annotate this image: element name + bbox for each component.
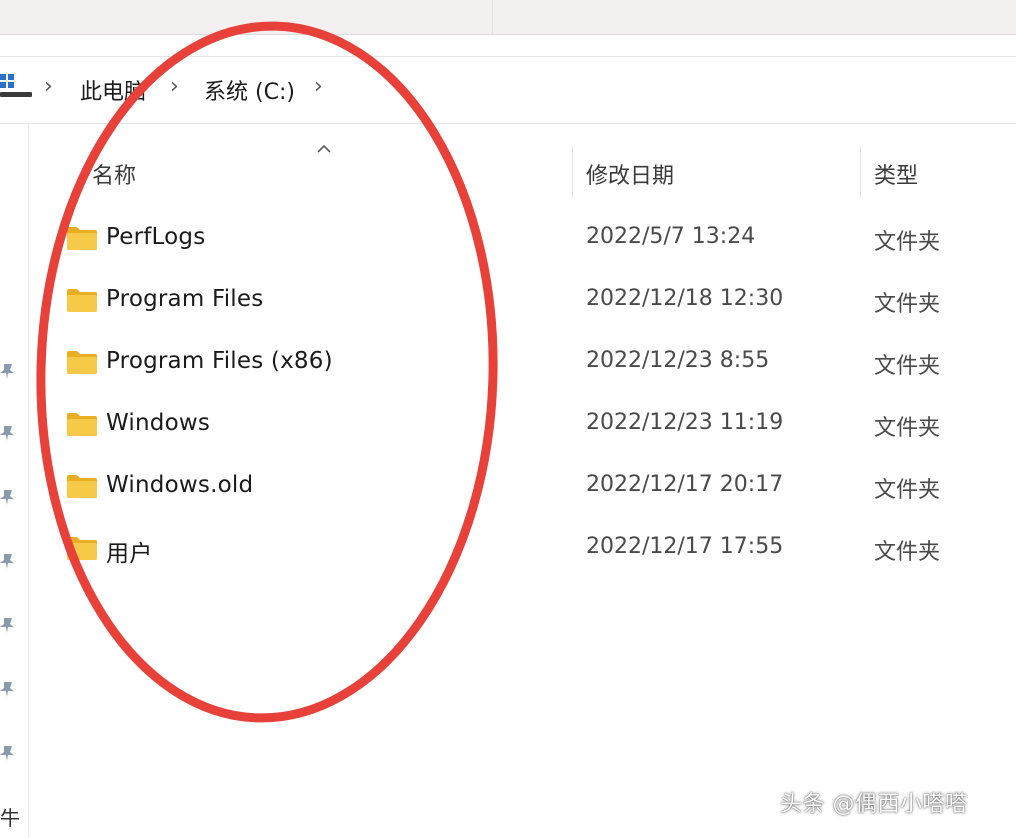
pin-icon[interactable] (0, 552, 18, 570)
file-row[interactable]: Program Files (x86) 2022/12/23 8:55 文件夹 (60, 334, 1010, 394)
file-type: 文件夹 (874, 540, 941, 565)
column-header-name[interactable]: 名称 (92, 158, 136, 190)
breadcrumb-drive-c[interactable]: 系统 (C:) (204, 74, 295, 106)
file-name: Program Files (106, 286, 264, 312)
file-row[interactable]: 用户 2022/12/17 17:55 文件夹 (60, 520, 1010, 580)
file-name: PerfLogs (106, 224, 206, 250)
nav-item-label[interactable]: 牛 (0, 802, 20, 831)
pin-icon[interactable] (0, 744, 18, 762)
file-row[interactable]: Windows 2022/12/23 11:19 文件夹 (60, 396, 1010, 456)
file-type: 文件夹 (874, 416, 941, 441)
pin-icon[interactable] (0, 616, 18, 634)
pin-icon[interactable] (0, 680, 18, 698)
breadcrumb-expand-chevron[interactable]: › (314, 74, 323, 99)
address-bar[interactable] (0, 56, 1016, 124)
file-explorer: › 此电脑 › 系统 (C:) › 牛 名称 修改日期 类型 PerfLogs … (0, 0, 1016, 838)
file-date-modified: 2022/12/17 20:17 (586, 472, 784, 497)
column-divider[interactable] (572, 146, 573, 198)
toolbar-strip (0, 0, 1016, 35)
watermark: 头条 @偶西小嗒嗒 (780, 792, 968, 817)
column-header-date-modified[interactable]: 修改日期 (586, 158, 674, 190)
folder-icon (67, 413, 97, 436)
this-pc-icon[interactable] (0, 72, 34, 102)
file-row[interactable]: Program Files 2022/12/18 12:30 文件夹 (60, 272, 1010, 332)
file-type: 文件夹 (874, 230, 941, 255)
file-date-modified: 2022/12/23 8:55 (586, 348, 770, 373)
file-row[interactable]: Windows.old 2022/12/17 20:17 文件夹 (60, 458, 1010, 518)
file-date-modified: 2022/12/23 11:19 (586, 410, 784, 435)
folder-icon (67, 289, 97, 312)
file-date-modified: 2022/12/17 17:55 (586, 534, 784, 559)
breadcrumb-separator: › (170, 74, 179, 99)
folder-icon (67, 351, 97, 374)
folder-icon (67, 475, 97, 498)
pin-icon[interactable] (0, 424, 18, 442)
file-name: Windows.old (106, 472, 254, 498)
pin-icon[interactable] (0, 488, 18, 506)
column-header-type[interactable]: 类型 (874, 158, 918, 190)
file-row[interactable]: PerfLogs 2022/5/7 13:24 文件夹 (60, 210, 1010, 270)
breadcrumb-separator: › (44, 74, 53, 99)
file-name: Program Files (x86) (106, 348, 333, 374)
file-name: 用户 (106, 541, 153, 567)
breadcrumb-this-pc[interactable]: 此电脑 (80, 74, 146, 106)
column-divider[interactable] (860, 146, 861, 198)
file-date-modified: 2022/12/18 12:30 (586, 286, 784, 311)
file-type: 文件夹 (874, 478, 941, 503)
navigation-pane[interactable] (0, 124, 29, 838)
pin-icon[interactable] (0, 362, 18, 380)
file-name: Windows (106, 410, 211, 436)
file-type: 文件夹 (874, 292, 941, 317)
file-date-modified: 2022/5/7 13:24 (586, 224, 756, 249)
toolbar-divider (492, 0, 493, 34)
folder-icon (67, 227, 97, 250)
file-type: 文件夹 (874, 354, 941, 379)
sort-up-icon (317, 144, 331, 153)
folder-icon (67, 537, 97, 560)
